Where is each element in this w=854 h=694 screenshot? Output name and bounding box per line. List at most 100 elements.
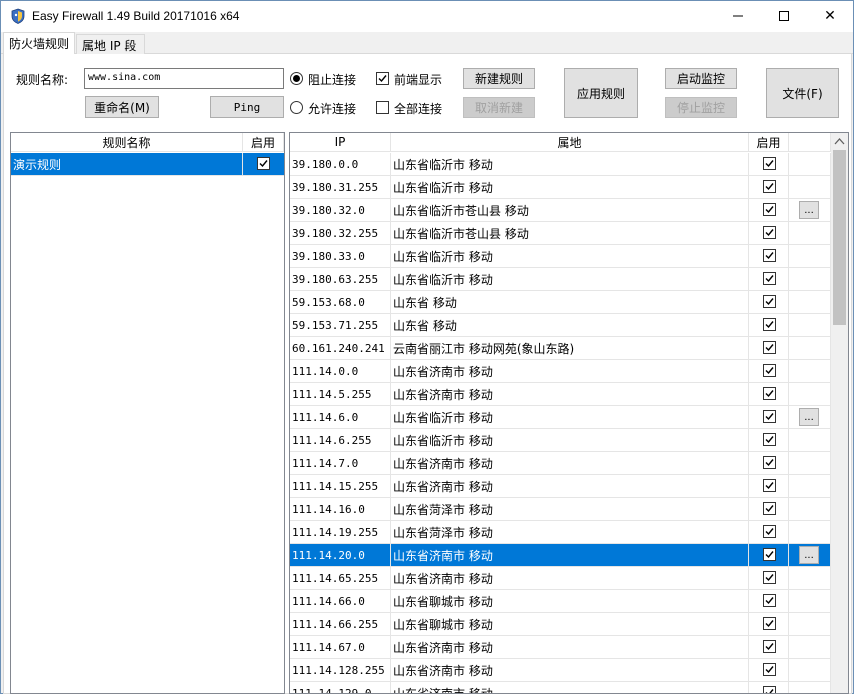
minimize-button[interactable] [715,1,761,31]
start-monitor-button[interactable]: 启动监控 [665,68,737,89]
ip-row[interactable]: 111.14.15.255 山东省济南市 移动 [290,475,831,498]
new-rule-button[interactable]: 新建规则 [463,68,535,89]
rule-enabled-checkbox[interactable] [257,157,270,170]
ip-row[interactable]: 111.14.65.255 山东省济南市 移动 [290,567,831,590]
tab-firewall-rules[interactable]: 防火墙规则 [3,32,75,54]
ip-enabled-checkbox[interactable] [763,571,776,584]
location-cell: 山东省济南市 移动 [391,682,749,693]
ip-row[interactable]: 111.14.20.0 山东省济南市 移动... [290,544,831,567]
ip-enabled-checkbox[interactable] [763,341,776,354]
edit-ellipsis-button[interactable]: ... [799,201,819,219]
ping-button[interactable]: Ping [210,96,284,118]
ip-enabled-checkbox[interactable] [763,686,776,693]
location-cell: 山东省济南市 移动 [391,659,749,681]
ip-table[interactable]: IP 属地 启用 39.180.0.0 山东省临沂市 移动 39.180.31.25… [289,132,849,694]
ip-enabled-checkbox[interactable] [763,502,776,515]
ip-row[interactable]: 39.180.0.0 山东省临沂市 移动 [290,153,831,176]
ip-row[interactable]: 111.14.129.0 山东省济南市 移动 [290,682,831,693]
ip-enabled-checkbox[interactable] [763,617,776,630]
ip-enabled-checkbox[interactable] [763,663,776,676]
action-cell [789,521,831,543]
ip-enabled-checkbox[interactable] [763,364,776,377]
rename-button[interactable]: 重命名(M) [85,96,159,118]
allow-connection-radio[interactable] [290,101,303,114]
rules-header-enabled[interactable]: 启用 [243,133,284,152]
location-cell: 山东省济南市 移动 [391,544,749,566]
ip-row[interactable]: 111.14.16.0 山东省菏泽市 移动 [290,498,831,521]
window-title: Easy Firewall 1.49 Build 20171016 x64 [32,9,240,23]
ip-enabled-checkbox[interactable] [763,594,776,607]
maximize-button[interactable] [761,1,807,31]
ip-row[interactable]: 111.14.66.255 山东省聊城市 移动 [290,613,831,636]
check-icon [765,413,774,421]
cancel-new-button[interactable]: 取消新建 [463,97,535,118]
check-icon [765,482,774,490]
ip-enabled-checkbox[interactable] [763,157,776,170]
ip-row[interactable]: 111.14.66.0 山东省聊城市 移动 [290,590,831,613]
close-button[interactable]: ✕ [807,1,853,31]
ip-enabled-checkbox[interactable] [763,456,776,469]
ip-row[interactable]: 111.14.7.0 山东省济南市 移动 [290,452,831,475]
edit-ellipsis-button[interactable]: ... [799,546,819,564]
ip-enabled-checkbox[interactable] [763,226,776,239]
rules-header-name[interactable]: 规则名称 [11,133,243,152]
location-cell: 山东省聊城市 移动 [391,590,749,612]
ip-row[interactable]: 39.180.33.0 山东省临沂市 移动 [290,245,831,268]
front-display-checkbox[interactable] [376,72,389,85]
ip-enabled-checkbox[interactable] [763,640,776,653]
ip-row[interactable]: 111.14.128.255 山东省济南市 移动 [290,659,831,682]
ip-row[interactable]: 111.14.6.0 山东省临沂市 移动... [290,406,831,429]
check-icon [259,160,268,168]
file-menu-button[interactable]: 文件(F) [766,68,839,118]
ip-header-ip[interactable]: IP [290,133,391,152]
ip-row[interactable]: 39.180.31.255 山东省临沂市 移动 [290,176,831,199]
ip-row[interactable]: 111.14.6.255 山东省临沂市 移动 [290,429,831,452]
ip-enabled-checkbox[interactable] [763,387,776,400]
ip-header-location[interactable]: 属地 [391,133,749,152]
ip-row[interactable]: 111.14.19.255 山东省菏泽市 移动 [290,521,831,544]
all-connections-checkbox[interactable] [376,101,389,114]
apply-rules-button[interactable]: 应用规则 [564,68,638,118]
edit-ellipsis-button[interactable]: ... [799,408,819,426]
ip-header-enabled[interactable]: 启用 [749,133,789,152]
ip-row[interactable]: 39.180.63.255 山东省临沂市 移动 [290,268,831,291]
ip-enabled-checkbox[interactable] [763,548,776,561]
ip-enabled-checkbox[interactable] [763,249,776,262]
rule-name-input[interactable]: www.sina.com [84,68,284,89]
ip-row[interactable]: 39.180.32.255 山东省临沂市苍山县 移动 [290,222,831,245]
ip-enabled-checkbox[interactable] [763,318,776,331]
location-cell: 山东省临沂市 移动 [391,176,749,198]
check-icon [765,505,774,513]
block-connection-radio[interactable] [290,72,303,85]
rule-row[interactable]: 演示规则 [11,153,284,176]
ip-enabled-checkbox[interactable] [763,180,776,193]
ip-cell: 111.14.19.255 [290,521,391,543]
check-icon [765,551,774,559]
ip-enabled-checkbox[interactable] [763,433,776,446]
ip-cell: 111.14.65.255 [290,567,391,589]
ip-row[interactable]: 60.161.240.241 云南省丽江市 移动网苑(象山东路) [290,337,831,360]
ip-row[interactable]: 59.153.68.0 山东省 移动 [290,291,831,314]
rule-name-cell: 演示规则 [11,153,243,175]
scroll-thumb[interactable] [833,150,846,325]
action-cell [789,636,831,658]
ip-row[interactable]: 39.180.32.0 山东省临沂市苍山县 移动... [290,199,831,222]
rules-list[interactable]: 规则名称 启用 演示规则 [10,132,285,694]
ip-row[interactable]: 59.153.71.255 山东省 移动 [290,314,831,337]
ip-row[interactable]: 111.14.67.0 山东省济南市 移动 [290,636,831,659]
ip-enabled-checkbox[interactable] [763,479,776,492]
ip-row[interactable]: 111.14.5.255 山东省济南市 移动 [290,383,831,406]
ip-cell: 111.14.16.0 [290,498,391,520]
ip-enabled-checkbox[interactable] [763,525,776,538]
ip-table-scrollbar[interactable] [831,133,848,693]
ip-enabled-checkbox[interactable] [763,203,776,216]
ip-enabled-checkbox[interactable] [763,272,776,285]
ip-row[interactable]: 111.14.0.0 山东省济南市 移动 [290,360,831,383]
check-icon [378,75,387,83]
ip-enabled-checkbox[interactable] [763,295,776,308]
ip-cell: 111.14.67.0 [290,636,391,658]
stop-monitor-button[interactable]: 停止监控 [665,97,737,118]
ip-enabled-checkbox[interactable] [763,410,776,423]
tab-location-ip[interactable]: 属地 IP 段 [76,34,145,54]
title-bar[interactable]: Easy Firewall 1.49 Build 20171016 x64 ✕ [1,1,853,32]
